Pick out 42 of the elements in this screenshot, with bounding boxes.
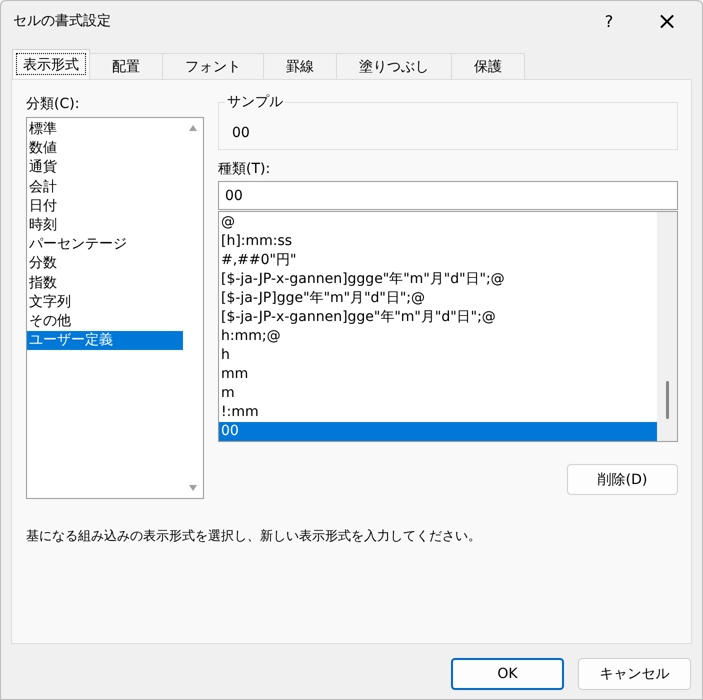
format-item[interactable]: #,##0"円"	[219, 251, 657, 270]
tab[interactable]: 保護	[451, 53, 525, 79]
category-item[interactable]: その他	[27, 312, 183, 332]
type-label: 種類(T):	[218, 160, 272, 179]
close-button[interactable]: ×	[632, 1, 702, 41]
sample-value: 00	[232, 125, 250, 141]
category-item[interactable]: 日付	[27, 196, 183, 216]
format-item[interactable]: @	[219, 213, 657, 232]
type-input-field[interactable]: 00	[218, 181, 678, 210]
delete-button[interactable]: 削除(D)	[567, 464, 678, 495]
scroll-down-icon[interactable]	[188, 484, 198, 492]
format-item[interactable]: h	[219, 346, 657, 365]
format-item[interactable]: [$-ja-JP-x-gannen]ggge"年"m"月"d"日";@	[219, 270, 657, 289]
category-item[interactable]: 数値	[27, 139, 183, 158]
category-item[interactable]: 文字列	[27, 292, 183, 312]
format-item[interactable]: !:mm	[219, 403, 657, 422]
window-title: セルの書式設定	[13, 12, 112, 30]
ok-button[interactable]: OK	[451, 658, 564, 690]
scroll-up-icon[interactable]	[188, 124, 198, 132]
scrollbar-thumb[interactable]	[666, 381, 669, 419]
cancel-button[interactable]: キャンセル	[578, 658, 691, 690]
category-item[interactable]: ユーザー定義	[27, 331, 183, 350]
format-item[interactable]: [$-ja-JP]gge"年"m"月"d"日";@	[219, 289, 657, 308]
category-item[interactable]: 会計	[27, 178, 183, 197]
sample-label: サンプル	[225, 93, 285, 111]
format-item[interactable]: m	[219, 384, 657, 403]
category-label: 分類(C):	[26, 95, 80, 114]
format-item[interactable]: 00	[219, 422, 657, 441]
format-item[interactable]: [h]:mm:ss	[219, 232, 657, 251]
category-item[interactable]: 時刻	[27, 216, 183, 236]
description-text: 基になる組み込みの表示形式を選択し、新しい表示形式を入力してください。	[26, 528, 482, 545]
category-item[interactable]: パーセンテージ	[27, 235, 183, 254]
help-button[interactable]: ?	[586, 1, 632, 41]
category-item[interactable]: 標準	[27, 120, 183, 140]
category-item[interactable]: 指数	[27, 274, 183, 293]
tab[interactable]: 配置	[89, 53, 163, 79]
category-item[interactable]: 通貨	[27, 158, 183, 178]
format-item[interactable]: h:mm;@	[219, 327, 657, 346]
tab[interactable]: 表示形式	[12, 49, 90, 79]
format-item[interactable]: [$-ja-JP-x-gannen]gge"年"m"月"d"日";@	[219, 308, 657, 327]
category-item[interactable]: 分数	[27, 254, 183, 274]
format-item[interactable]: mm	[219, 365, 657, 384]
